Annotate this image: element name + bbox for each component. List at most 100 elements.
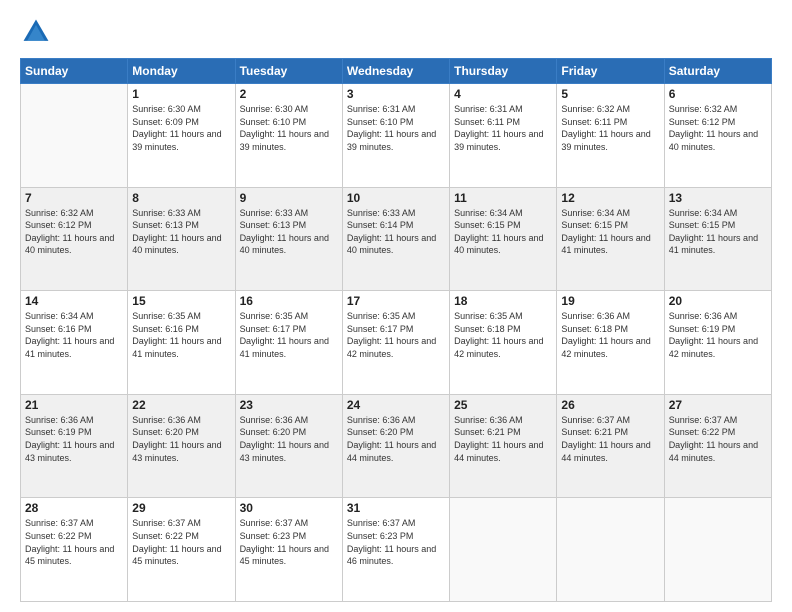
weekday-header-sunday: Sunday — [21, 59, 128, 84]
calendar-cell: 15Sunrise: 6:35 AMSunset: 6:16 PMDayligh… — [128, 291, 235, 395]
day-number: 25 — [454, 398, 552, 412]
day-number: 28 — [25, 501, 123, 515]
calendar-cell: 17 Sunrise: 6:35 AMSunset: 6:17 PMDayligh… — [342, 291, 449, 395]
header — [20, 16, 772, 48]
day-number: 6 — [669, 87, 767, 101]
day-number: 16 — [240, 294, 338, 308]
day-info: Sunrise: 6:36 AMSunset: 6:20 PMDaylight:… — [240, 414, 338, 464]
day-number: 3 — [347, 87, 445, 101]
day-number: 19 — [561, 294, 659, 308]
day-info: Sunrise: 6:33 AMSunset: 6:14 PMDaylight:… — [347, 207, 445, 257]
day-number: 22 — [132, 398, 230, 412]
calendar-cell: 11Sunrise: 6:34 AMSunset: 6:15 PMDayligh… — [450, 187, 557, 291]
day-info: Sunrise: 6:30 AMSunset: 6:09 PMDaylight:… — [132, 103, 230, 153]
day-info: Sunrise: 6:30 AMSunset: 6:10 PMDaylight:… — [240, 103, 338, 153]
weekday-header-row: SundayMondayTuesdayWednesdayThursdayFrid… — [21, 59, 772, 84]
calendar-cell: 31Sunrise: 6:37 AMSunset: 6:23 PMDayligh… — [342, 498, 449, 602]
day-info: Sunrise: 6:34 AMSunset: 6:15 PMDaylight:… — [669, 207, 767, 257]
day-number: 9 — [240, 191, 338, 205]
day-info: Sunrise: 6:36 AMSunset: 6:18 PMDaylight:… — [561, 310, 659, 360]
day-number: 14 — [25, 294, 123, 308]
day-info: Sunrise: 6:34 AMSunset: 6:15 PMDaylight:… — [561, 207, 659, 257]
calendar-cell — [664, 498, 771, 602]
day-info: Sunrise: 6:35 AMSunset: 6:17 PMDaylight:… — [240, 310, 338, 360]
calendar-cell: 24Sunrise: 6:36 AMSunset: 6:20 PMDayligh… — [342, 394, 449, 498]
day-number: 17 — [347, 294, 445, 308]
weekday-header-monday: Monday — [128, 59, 235, 84]
calendar-cell: 19 Sunrise: 6:36 AMSunset: 6:18 PMDayligh… — [557, 291, 664, 395]
weekday-header-friday: Friday — [557, 59, 664, 84]
calendar-cell: 29Sunrise: 6:37 AMSunset: 6:22 PMDayligh… — [128, 498, 235, 602]
calendar-cell: 1 Sunrise: 6:30 AMSunset: 6:09 PMDaylight… — [128, 84, 235, 188]
page: SundayMondayTuesdayWednesdayThursdayFrid… — [0, 0, 792, 612]
day-info: Sunrise: 6:33 AMSunset: 6:13 PMDaylight:… — [132, 207, 230, 257]
calendar-table: SundayMondayTuesdayWednesdayThursdayFrid… — [20, 58, 772, 602]
day-number: 29 — [132, 501, 230, 515]
calendar-cell: 10 Sunrise: 6:33 AMSunset: 6:14 PMDayligh… — [342, 187, 449, 291]
calendar-cell: 27 Sunrise: 6:37 AMSunset: 6:22 PMDayligh… — [664, 394, 771, 498]
calendar-week-2: 7Sunrise: 6:32 AMSunset: 6:12 PMDaylight… — [21, 187, 772, 291]
calendar-cell — [557, 498, 664, 602]
calendar-cell: 13 Sunrise: 6:34 AMSunset: 6:15 PMDayligh… — [664, 187, 771, 291]
day-number: 1 — [132, 87, 230, 101]
calendar-cell: 25 Sunrise: 6:36 AMSunset: 6:21 PMDayligh… — [450, 394, 557, 498]
calendar-cell: 5 Sunrise: 6:32 AMSunset: 6:11 PMDaylight… — [557, 84, 664, 188]
logo-icon — [20, 16, 52, 48]
day-number: 10 — [347, 191, 445, 205]
calendar-week-1: 1 Sunrise: 6:30 AMSunset: 6:09 PMDaylight… — [21, 84, 772, 188]
day-number: 18 — [454, 294, 552, 308]
calendar-cell: 4 Sunrise: 6:31 AMSunset: 6:11 PMDaylight… — [450, 84, 557, 188]
day-number: 2 — [240, 87, 338, 101]
day-info: Sunrise: 6:35 AMSunset: 6:17 PMDaylight:… — [347, 310, 445, 360]
day-number: 13 — [669, 191, 767, 205]
day-info: Sunrise: 6:36 AMSunset: 6:20 PMDaylight:… — [132, 414, 230, 464]
calendar-cell: 26 Sunrise: 6:37 AMSunset: 6:21 PMDayligh… — [557, 394, 664, 498]
day-number: 30 — [240, 501, 338, 515]
day-number: 20 — [669, 294, 767, 308]
weekday-header-tuesday: Tuesday — [235, 59, 342, 84]
calendar-cell: 16 Sunrise: 6:35 AMSunset: 6:17 PMDayligh… — [235, 291, 342, 395]
calendar-week-5: 28 Sunrise: 6:37 AMSunset: 6:22 PMDayligh… — [21, 498, 772, 602]
calendar-cell: 22 Sunrise: 6:36 AMSunset: 6:20 PMDayligh… — [128, 394, 235, 498]
calendar-cell: 28 Sunrise: 6:37 AMSunset: 6:22 PMDayligh… — [21, 498, 128, 602]
day-number: 26 — [561, 398, 659, 412]
calendar-cell — [450, 498, 557, 602]
calendar-cell: 12 Sunrise: 6:34 AMSunset: 6:15 PMDayligh… — [557, 187, 664, 291]
calendar-cell: 7Sunrise: 6:32 AMSunset: 6:12 PMDaylight… — [21, 187, 128, 291]
day-number: 12 — [561, 191, 659, 205]
day-number: 4 — [454, 87, 552, 101]
day-info: Sunrise: 6:37 AMSunset: 6:23 PMDaylight:… — [240, 517, 338, 567]
day-info: Sunrise: 6:36 AMSunset: 6:20 PMDaylight:… — [347, 414, 445, 464]
calendar-cell: 18 Sunrise: 6:35 AMSunset: 6:18 PMDayligh… — [450, 291, 557, 395]
day-info: Sunrise: 6:35 AMSunset: 6:18 PMDaylight:… — [454, 310, 552, 360]
day-number: 7 — [25, 191, 123, 205]
logo — [20, 16, 56, 48]
weekday-header-thursday: Thursday — [450, 59, 557, 84]
calendar-cell: 6 Sunrise: 6:32 AMSunset: 6:12 PMDaylight… — [664, 84, 771, 188]
day-info: Sunrise: 6:36 AMSunset: 6:21 PMDaylight:… — [454, 414, 552, 464]
calendar-cell: 30 Sunrise: 6:37 AMSunset: 6:23 PMDayligh… — [235, 498, 342, 602]
calendar-cell — [21, 84, 128, 188]
day-info: Sunrise: 6:32 AMSunset: 6:11 PMDaylight:… — [561, 103, 659, 153]
day-info: Sunrise: 6:37 AMSunset: 6:21 PMDaylight:… — [561, 414, 659, 464]
day-info: Sunrise: 6:37 AMSunset: 6:22 PMDaylight:… — [669, 414, 767, 464]
calendar-cell: 9 Sunrise: 6:33 AMSunset: 6:13 PMDaylight… — [235, 187, 342, 291]
day-number: 31 — [347, 501, 445, 515]
day-info: Sunrise: 6:33 AMSunset: 6:13 PMDaylight:… — [240, 207, 338, 257]
day-number: 27 — [669, 398, 767, 412]
calendar-cell: 8 Sunrise: 6:33 AMSunset: 6:13 PMDaylight… — [128, 187, 235, 291]
day-info: Sunrise: 6:32 AMSunset: 6:12 PMDaylight:… — [669, 103, 767, 153]
calendar-cell: 20 Sunrise: 6:36 AMSunset: 6:19 PMDayligh… — [664, 291, 771, 395]
day-number: 21 — [25, 398, 123, 412]
day-number: 8 — [132, 191, 230, 205]
calendar-cell: 14Sunrise: 6:34 AMSunset: 6:16 PMDayligh… — [21, 291, 128, 395]
day-info: Sunrise: 6:31 AMSunset: 6:11 PMDaylight:… — [454, 103, 552, 153]
weekday-header-wednesday: Wednesday — [342, 59, 449, 84]
day-info: Sunrise: 6:31 AMSunset: 6:10 PMDaylight:… — [347, 103, 445, 153]
day-info: Sunrise: 6:36 AMSunset: 6:19 PMDaylight:… — [669, 310, 767, 360]
calendar-cell: 2 Sunrise: 6:30 AMSunset: 6:10 PMDaylight… — [235, 84, 342, 188]
calendar-week-3: 14Sunrise: 6:34 AMSunset: 6:16 PMDayligh… — [21, 291, 772, 395]
day-number: 5 — [561, 87, 659, 101]
day-info: Sunrise: 6:37 AMSunset: 6:22 PMDaylight:… — [25, 517, 123, 567]
day-info: Sunrise: 6:34 AMSunset: 6:15 PMDaylight:… — [454, 207, 552, 257]
